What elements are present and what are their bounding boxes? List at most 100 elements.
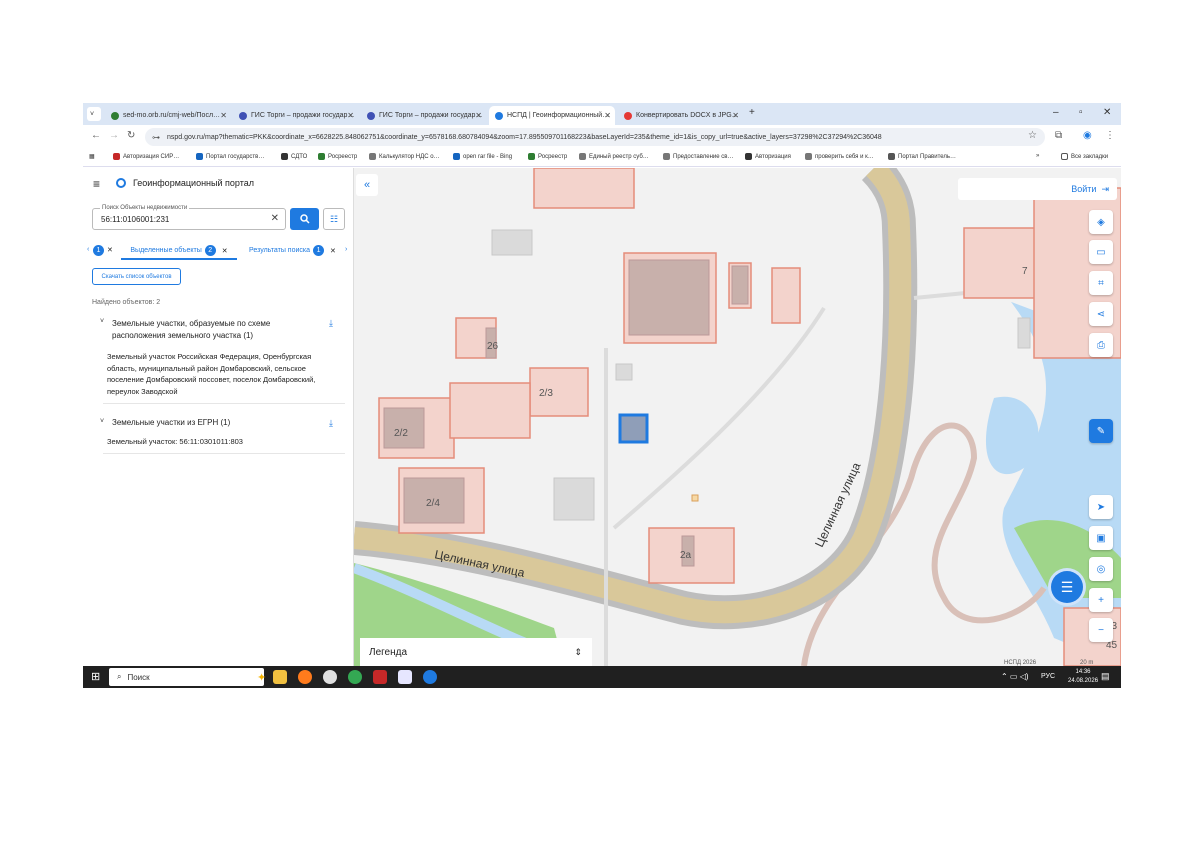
login-button[interactable]: Войти ⇥ [958,178,1117,200]
filter-button[interactable]: ☷ [323,208,345,230]
chrome-icon[interactable] [348,670,362,684]
group-title[interactable]: Земельные участки из ЕГРН (1) [112,418,230,427]
windows-start-icon[interactable]: ⊞ [91,671,103,683]
tab-4[interactable]: НСПД | Геоинформационный… ✕ [489,106,615,125]
tab-prev-badge[interactable]: 1 ✕ [93,245,113,256]
close-icon[interactable]: ✕ [475,111,482,120]
bookmark-item[interactable]: Портал государств… [196,153,264,160]
found-count: Найдено объектов: 2 [92,299,161,306]
tab-2[interactable]: ГИС Торги – продажи государ… ✕ [233,106,358,125]
hamburger-icon[interactable]: ≡ [93,177,100,191]
tab-strip: ˅ sed-mo.orb.ru/cmj-web/Посл… ✕ ГИС Торги… [83,103,1121,125]
bookmark-item[interactable]: проверить себя и к… [805,153,874,160]
ruler-icon[interactable]: ▭ [1089,240,1113,264]
close-icon[interactable]: ✕ [604,111,611,120]
close-icon[interactable]: ✕ [222,247,228,255]
result-group-scheme: ˅ Земельные участки, образуемые по схеме… [100,316,345,404]
maximize-icon[interactable]: ▫ [1079,107,1083,118]
menu-icon[interactable]: ⋮ [1105,130,1115,141]
bookmark-icon [528,153,535,160]
search-input[interactable]: Поиск Объекты недвижимости 56:11:0106001… [92,205,286,230]
bookmark-item[interactable]: СДТО [281,153,307,160]
zoom-in-icon[interactable]: + [1089,588,1113,612]
legend-select[interactable]: Легенда ⇕ [360,638,592,666]
tabs-prev-icon[interactable]: ‹ [87,246,89,253]
print-icon[interactable]: ⎙ [1089,333,1113,357]
firefox-icon[interactable] [298,670,312,684]
file-explorer-icon[interactable] [273,670,287,684]
bookmarks-overflow-icon[interactable]: » [1036,153,1039,159]
locate-icon[interactable]: ➤ [1089,495,1113,519]
tray-icons[interactable]: ⌃ ▭ ◁) [1001,672,1029,681]
bookmark-item[interactable]: Авторизация СИР… [113,153,179,160]
bookmark-item[interactable]: Росреестр [318,153,357,160]
bookmark-item[interactable]: Единый реестр суб… [579,153,649,160]
tab-selected-objects[interactable]: Выделенные объекты 2 ✕ [121,243,237,260]
url-bar[interactable]: ⊶ nspd.gov.ru/map?thematic=PKK&coordinat… [145,128,1045,146]
bookmark-item[interactable]: Росреестр [528,153,567,160]
close-icon[interactable]: ✕ [330,247,336,255]
list-item[interactable]: Земельный участок: 56:11:0301011:803 [107,437,243,446]
clock[interactable]: 14:36 24.08.2026 [1068,668,1098,686]
close-icon[interactable]: ✕ [107,247,113,254]
minimize-icon[interactable]: – [1053,107,1059,118]
reload-icon[interactable]: ↻ [127,130,135,141]
new-tab-icon[interactable]: + [749,107,755,118]
list-item[interactable]: Земельный участок Российская Федерация, … [107,351,337,397]
share-icon[interactable]: ⋖ [1089,302,1113,326]
app-icon[interactable] [398,670,412,684]
app-icon[interactable] [423,670,437,684]
bookmark-item[interactable]: Предоставление св… [663,153,733,160]
taskbar-search-input[interactable]: ⌕ Поиск ✦ [109,668,266,686]
extensions-icon[interactable]: ⧉ [1055,130,1062,141]
select-area-icon[interactable]: ⌗ [1089,271,1113,295]
chevron-down-icon[interactable]: ˅ [100,418,104,425]
app-icon[interactable] [323,670,337,684]
site-info-icon[interactable]: ⊶ [152,133,160,142]
filter-icon: ☷ [329,213,339,224]
bookmark-item[interactable]: Авторизация [745,153,791,160]
download-list-button[interactable]: Скачать список объектов [92,268,181,285]
profile-icon[interactable]: ◉ [1083,130,1092,141]
apps-icon[interactable]: ▦ [89,153,95,160]
bookmark-item[interactable]: Калькулятор НДС о… [369,153,440,160]
geo-search-icon[interactable]: ◎ [1089,557,1113,581]
bookmark-item[interactable]: open rar file - Bing [453,153,512,160]
bookmark-item[interactable]: Портал Правитель… [888,153,956,160]
app-icon[interactable] [373,670,387,684]
clear-icon[interactable]: ✕ [271,213,279,224]
chevron-down-icon[interactable]: ˅ [100,318,104,325]
forward-icon[interactable]: → [109,130,119,141]
download-icon[interactable]: ⤓ [329,418,333,429]
chat-icon[interactable]: ✎ [1089,419,1113,443]
bookmark-icon [805,153,812,160]
tab-1[interactable]: sed-mo.orb.ru/cmj-web/Посл… ✕ [105,106,231,125]
zoom-out-icon[interactable]: − [1089,618,1113,642]
all-bookmarks[interactable]: Все закладки [1061,153,1108,160]
download-icon[interactable]: ⤓ [329,318,333,329]
minimap-icon[interactable]: ▣ [1089,526,1113,550]
shed [553,477,595,521]
language-indicator[interactable]: РУС [1041,673,1055,680]
tab-search-results[interactable]: Результаты поиска 1 ✕ [249,245,336,256]
parcel [771,267,801,324]
close-window-icon[interactable]: ✕ [1103,107,1111,118]
map-canvas[interactable]: 26 2/3 2/2 2/4 2а 7 43 45 Целинная улица… [354,168,1121,666]
house-label: 26 [487,341,499,352]
close-icon[interactable]: ✕ [347,111,354,120]
close-icon[interactable]: ✕ [732,111,739,120]
close-icon[interactable]: ✕ [220,111,227,120]
tabs-next-icon[interactable]: › [345,246,347,253]
back-icon[interactable]: ← [91,130,101,141]
collapse-panel-icon[interactable]: « [356,174,378,196]
folder-icon [1061,153,1068,160]
layers-icon[interactable]: ◈ [1089,210,1113,234]
notifications-icon[interactable]: ▤ [1101,671,1110,682]
tab-5[interactable]: Конвертировать DOCX в JPG… ✕ [618,106,743,125]
bookmark-star-icon[interactable]: ☆ [1028,130,1037,141]
search-button[interactable] [290,208,319,230]
support-chat-icon[interactable]: ☰ [1051,571,1083,603]
tab-list-button[interactable]: ˅ [87,107,101,121]
tab-3[interactable]: ГИС Торги – продажи государ… ✕ [361,106,486,125]
group-title[interactable]: Земельные участки, образуемые по схеме р… [112,318,312,342]
